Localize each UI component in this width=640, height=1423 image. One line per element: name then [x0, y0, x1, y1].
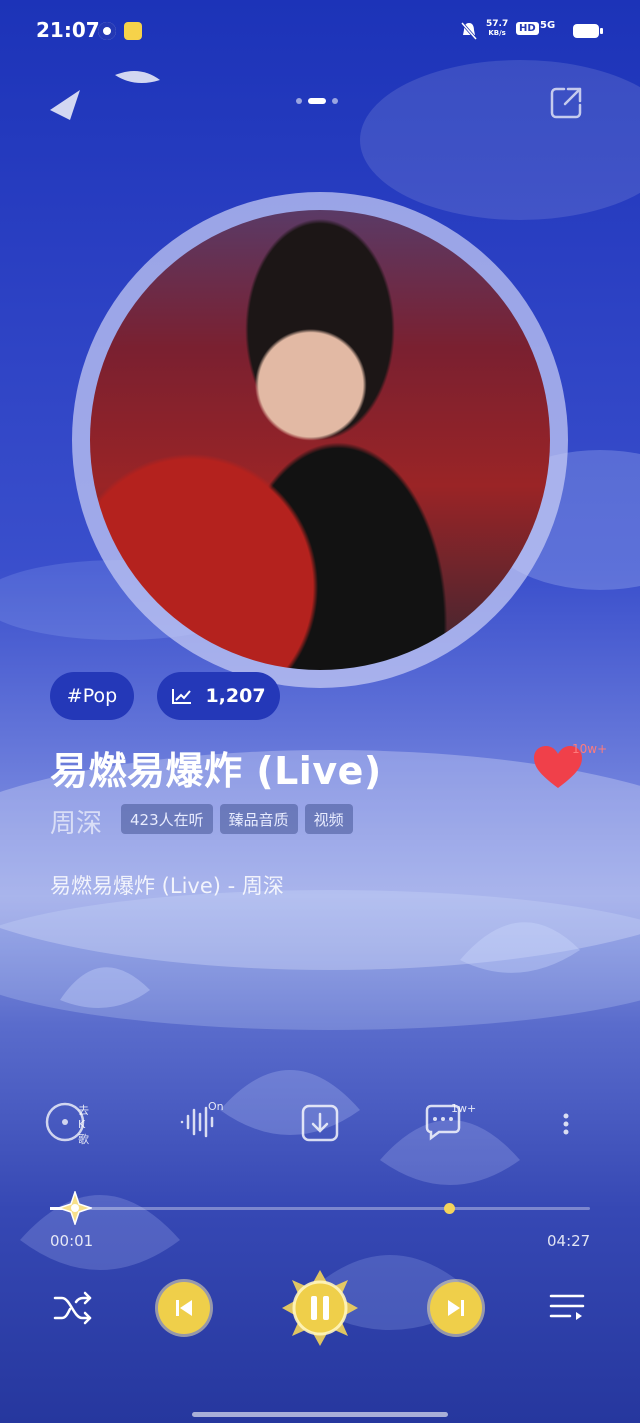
like-count: 10w+	[572, 742, 608, 756]
genre-tag-label: #Pop	[66, 685, 118, 707]
app-notification-icon	[124, 22, 142, 40]
comment-count: 1w+	[451, 1102, 477, 1115]
skip-next-icon	[448, 1300, 464, 1316]
album-art[interactable]	[90, 210, 550, 670]
playlist-icon[interactable]	[548, 1290, 586, 1326]
buffer-marker	[443, 1203, 455, 1214]
sound-effect-button[interactable]: On	[176, 1100, 224, 1144]
more-button[interactable]	[548, 1100, 592, 1144]
listeners-badge: 423人在听	[121, 804, 213, 834]
more-vertical-icon	[563, 1113, 569, 1135]
song-badges: 423人在听 臻品音质 视频	[121, 804, 353, 834]
mute-icon	[460, 22, 478, 40]
previous-button[interactable]	[158, 1282, 210, 1334]
current-time: 00:01	[50, 1232, 94, 1250]
vpn-icon	[98, 22, 116, 40]
share-icon[interactable]	[548, 85, 584, 121]
status-bar: 21:07 57.7 KB/s HD 5G	[0, 0, 640, 64]
home-indicator[interactable]	[192, 1412, 448, 1417]
skip-previous-icon	[176, 1300, 192, 1316]
signal-indicator: 5G	[540, 20, 556, 31]
progress-track[interactable]	[50, 1207, 590, 1210]
net-speed-value: 57.7	[486, 19, 509, 29]
quality-badge[interactable]: 臻品音质	[219, 804, 298, 834]
net-speed: 57.7 KB/s	[486, 20, 508, 38]
karaoke-label: 去K歌	[78, 1104, 89, 1146]
pause-button[interactable]	[280, 1268, 360, 1348]
page-dot-active	[308, 98, 326, 104]
status-time: 21:07	[36, 18, 100, 42]
trending-icon	[172, 689, 192, 704]
video-badge[interactable]: 视频	[304, 804, 353, 834]
genre-tag[interactable]: #Pop	[50, 672, 134, 720]
karaoke-button[interactable]: 去K歌	[44, 1100, 89, 1146]
download-button[interactable]	[299, 1100, 343, 1144]
progress-thumb[interactable]	[58, 1191, 93, 1225]
page-dot	[332, 98, 338, 104]
rank-count: 1,207	[205, 685, 266, 707]
sound-effect-status: On	[208, 1100, 224, 1113]
song-title: 易燃易爆炸 (Live)	[50, 749, 382, 793]
shuffle-icon[interactable]	[52, 1288, 94, 1328]
rank-tag[interactable]: 1,207	[157, 672, 280, 720]
lyric-line[interactable]: 易燃易爆炸 (Live) - 周深	[50, 870, 284, 900]
net-speed-unit: KB/s	[488, 29, 506, 37]
download-icon	[301, 1104, 339, 1142]
next-button[interactable]	[430, 1282, 482, 1334]
total-time: 04:27	[547, 1232, 591, 1250]
artist-name[interactable]: 周深	[50, 803, 102, 840]
comment-button[interactable]: 1w+	[421, 1100, 476, 1144]
hd-badge: HD	[516, 22, 539, 35]
battery-icon	[573, 24, 603, 38]
page-dot	[296, 98, 302, 104]
page-indicator	[296, 98, 338, 104]
